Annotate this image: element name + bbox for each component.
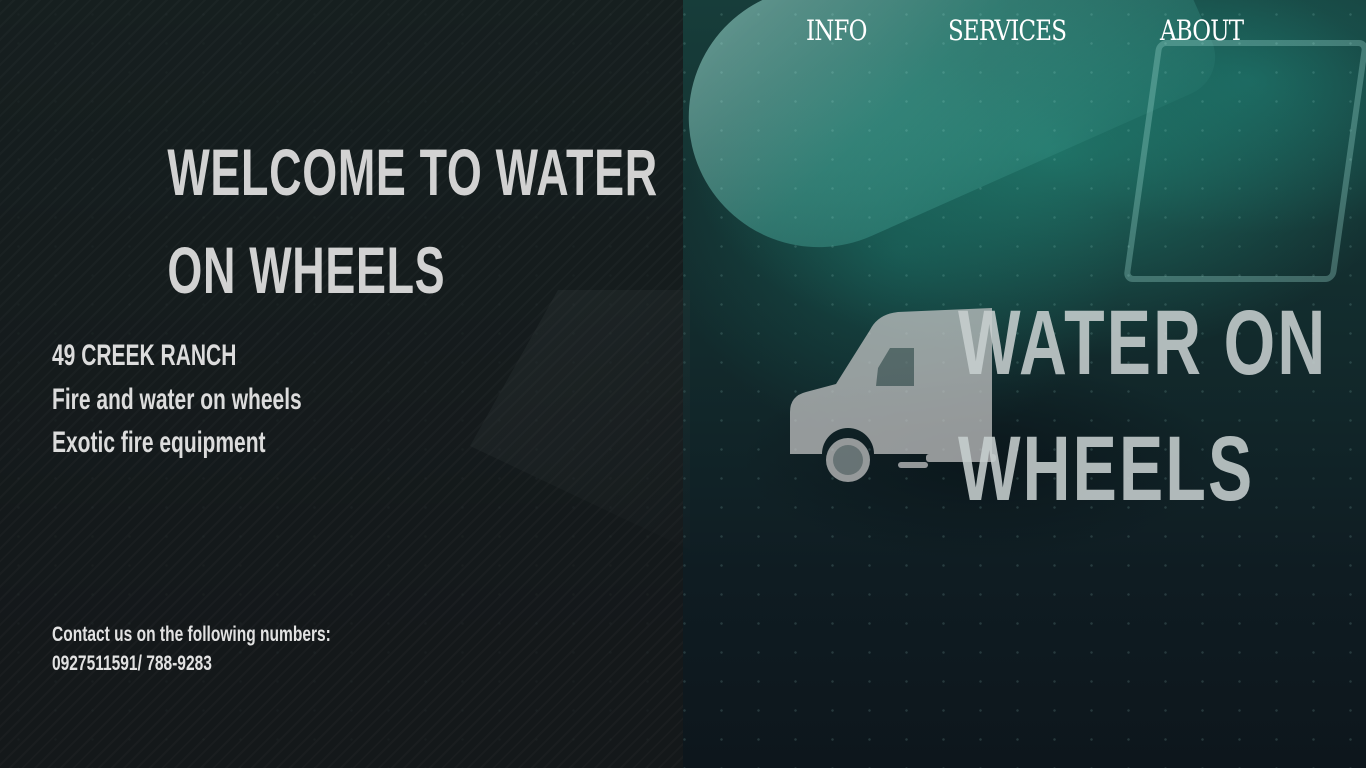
brand-title: WATER ON WHEELS [958,280,1327,532]
contact-label: Contact us on the following numbers: [52,623,331,646]
brand-title-line1: WATER ON [958,292,1328,394]
address-text: 49 CREEK RANCH [52,339,237,372]
subtagline-text: Exotic fire equipment [52,426,266,459]
nav-services-link[interactable]: SERVICES [948,14,1067,47]
contact-numbers[interactable]: 0927511591/ 788-9283 [52,649,331,678]
nav-info-link[interactable]: INFO [806,14,867,47]
business-details: 49 CREEK RANCH Fire and water on wheels … [52,334,409,465]
brand-title-line2: WHEELS [958,418,1255,520]
nav-about-link[interactable]: ABOUT [1160,14,1244,47]
tagline-text: Fire and water on wheels [52,382,302,416]
welcome-heading-line2: ON WHEELS [167,233,446,307]
page: INFO SERVICES ABOUT WELCOME TO WATER ON … [0,0,1366,768]
welcome-heading: WELCOME TO WATER ON WHEELS [167,124,657,320]
welcome-heading-line1: WELCOME TO WATER [167,135,658,209]
contact-info: Contact us on the following numbers: 092… [52,620,429,678]
top-nav: INFO SERVICES ABOUT [806,14,1262,47]
